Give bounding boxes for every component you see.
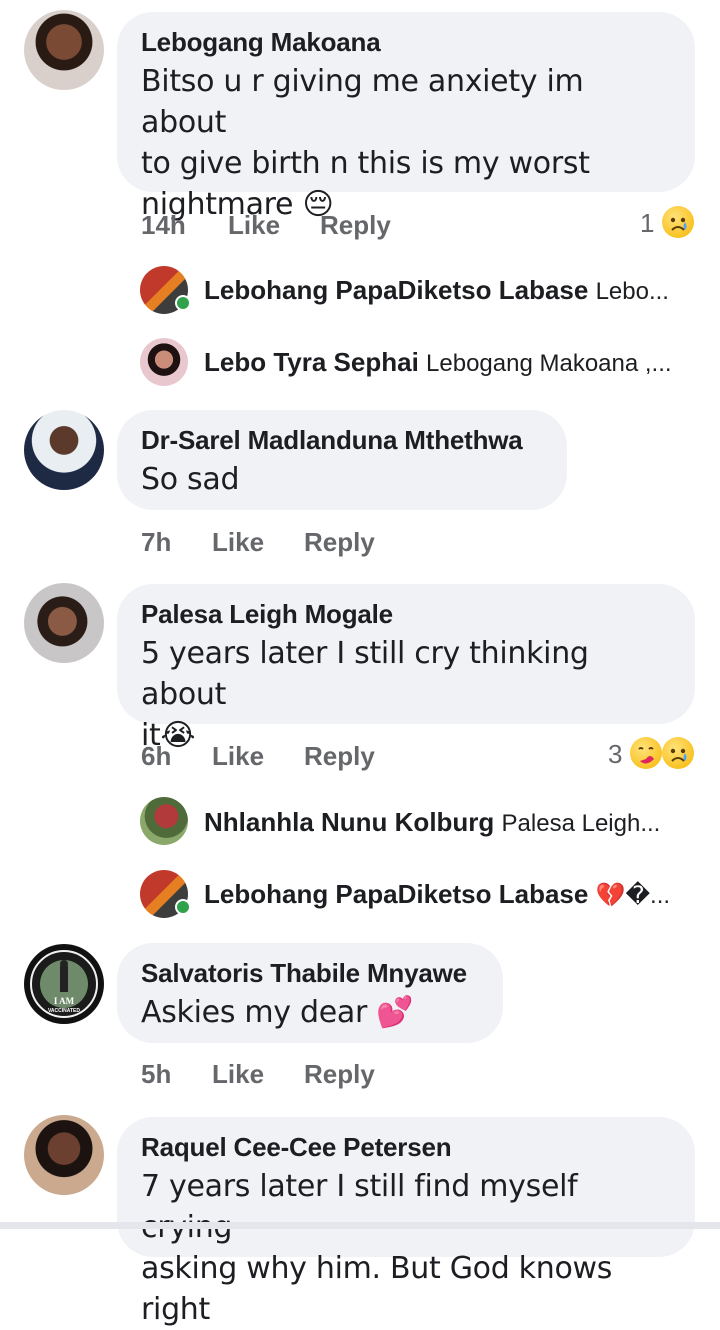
bottom-edge — [0, 1222, 720, 1229]
svg-text:I AM: I AM — [54, 996, 75, 1006]
comment-author[interactable]: Dr-Sarel Madlanduna Mthethwa — [141, 424, 543, 456]
reaction-count[interactable]: 3 — [608, 739, 622, 770]
avatar[interactable] — [24, 583, 104, 663]
reply-text: Palesa Leigh... — [501, 810, 661, 837]
sad-emoji-icon[interactable] — [662, 206, 694, 238]
reply-text: 💔�... — [595, 882, 671, 909]
reply-button[interactable]: Reply — [304, 527, 375, 558]
comment-bubble: Palesa Leigh Mogale 5 years later I stil… — [117, 584, 695, 753]
like-button[interactable]: Like — [212, 527, 264, 558]
reply-preview[interactable]: Lebo Tyra Sephai Lebogang Makoana ,... — [204, 347, 672, 378]
online-status-icon — [175, 899, 191, 915]
reply-author[interactable]: Lebohang PapaDiketso Labase — [204, 275, 588, 305]
like-button[interactable]: Like — [228, 210, 280, 241]
comment-time[interactable]: 6h — [141, 741, 171, 772]
comment-bubble: Dr-Sarel Madlanduna Mthethwa So sad — [117, 410, 567, 510]
reply-author[interactable]: Nhlanhla Nunu Kolburg — [204, 807, 494, 837]
reply-text: Lebogang Makoana ,... — [426, 350, 672, 377]
comment-time[interactable]: 5h — [141, 1059, 171, 1090]
comment-bubble: Salvatoris Thabile Mnyawe Askies my dear… — [117, 943, 503, 1043]
avatar[interactable]: I AM VACCINATED — [24, 944, 104, 1024]
sad-emoji-icon[interactable] — [662, 737, 694, 769]
comment-text: 5 years later I still cry thinking about… — [141, 636, 589, 753]
avatar[interactable] — [24, 10, 104, 90]
avatar[interactable] — [24, 1115, 104, 1195]
comment-text: Bitso u r giving me anxiety im about to … — [141, 64, 590, 222]
reply-button[interactable]: Reply — [304, 741, 375, 772]
reply-preview[interactable]: Nhlanhla Nunu Kolburg Palesa Leigh... — [204, 807, 660, 838]
comment-time[interactable]: 14h — [141, 210, 186, 241]
reply-button[interactable]: Reply — [320, 210, 391, 241]
like-button[interactable]: Like — [212, 741, 264, 772]
comment-text: So sad — [141, 462, 240, 497]
reply-avatar[interactable] — [140, 797, 188, 845]
reply-avatar[interactable] — [140, 338, 188, 386]
comment-text: Askies my dear 💕 — [141, 995, 414, 1030]
reaction-count[interactable]: 1 — [640, 208, 654, 239]
reply-button[interactable]: Reply — [304, 1059, 375, 1090]
online-status-icon — [175, 295, 191, 311]
comment-author[interactable]: Raquel Cee-Cee Petersen — [141, 1131, 671, 1163]
comment-author[interactable]: Palesa Leigh Mogale — [141, 598, 671, 630]
avatar[interactable] — [24, 410, 104, 490]
comment-author[interactable]: Salvatoris Thabile Mnyawe — [141, 957, 479, 989]
reply-author[interactable]: Lebo Tyra Sephai — [204, 347, 419, 377]
comment-author[interactable]: Lebogang Makoana — [141, 26, 671, 58]
reply-author[interactable]: Lebohang PapaDiketso Labase — [204, 879, 588, 909]
svg-text:VACCINATED: VACCINATED — [48, 1008, 80, 1014]
comment-bubble: Raquel Cee-Cee Petersen 7 years later I … — [117, 1117, 695, 1327]
reply-preview[interactable]: Lebohang PapaDiketso Labase Lebo... — [204, 275, 669, 306]
reply-preview[interactable]: Lebohang PapaDiketso Labase 💔�... — [204, 879, 670, 910]
reply-text: Lebo... — [595, 278, 669, 305]
comment-time[interactable]: 7h — [141, 527, 171, 558]
comment-bubble: Lebogang Makoana Bitso u r giving me anx… — [117, 12, 695, 222]
like-button[interactable]: Like — [212, 1059, 264, 1090]
care-emoji-icon[interactable] — [630, 737, 662, 769]
comment-text: 7 years later I still find myself crying… — [141, 1169, 613, 1327]
